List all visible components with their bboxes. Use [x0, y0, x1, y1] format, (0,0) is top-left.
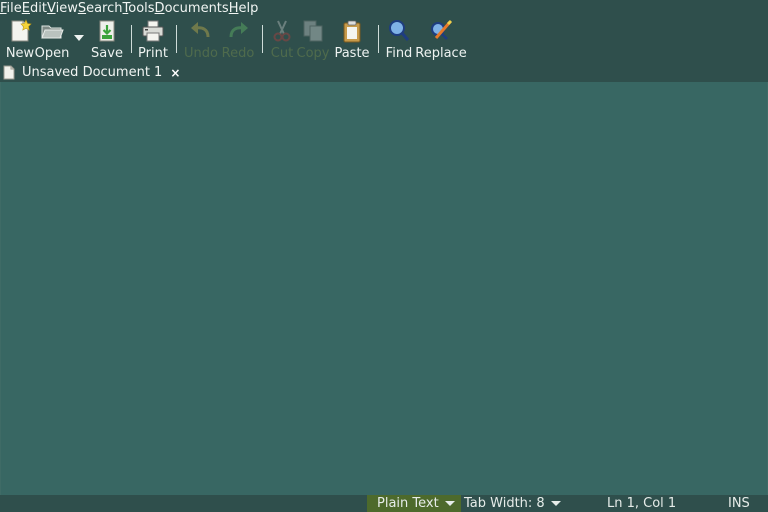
toolbar-separator — [131, 25, 132, 53]
open-folder-icon — [41, 25, 64, 39]
menu-help[interactable]: Help — [229, 0, 259, 17]
find-button[interactable]: Find — [384, 17, 414, 63]
save-button[interactable]: Save — [90, 17, 124, 63]
magnifier-icon — [389, 20, 410, 41]
printer-icon — [142, 20, 164, 42]
cursor-position: Ln 1, Col 1 — [607, 496, 677, 511]
paste-button[interactable]: Paste — [332, 17, 372, 63]
open-recent-dropdown-icon[interactable] — [74, 35, 84, 41]
document-tabbar: Unsaved Document 1 × — [0, 63, 768, 82]
scissors-icon — [273, 20, 291, 42]
chevron-down-icon — [444, 501, 455, 506]
redo-button[interactable]: Redo — [220, 17, 256, 63]
menu-documents[interactable]: Documents — [155, 0, 229, 17]
document-icon — [3, 65, 15, 80]
new-button[interactable]: New — [3, 17, 37, 63]
language-selector[interactable]: Plain Text — [367, 495, 461, 512]
document-tab[interactable]: Unsaved Document 1 × — [3, 63, 180, 82]
copy-button[interactable]: Copy — [296, 17, 330, 63]
menu-file[interactable]: File — [0, 0, 22, 17]
menu-edit[interactable]: Edit — [22, 0, 47, 17]
insert-mode-indicator: INS — [728, 496, 750, 511]
undo-icon — [191, 22, 210, 38]
menu-search[interactable]: Search — [78, 0, 123, 17]
replace-button[interactable]: Replace — [414, 17, 468, 63]
menu-view[interactable]: View — [47, 0, 78, 17]
text-editor-area[interactable] — [1, 82, 767, 495]
chevron-down-icon — [550, 501, 561, 506]
new-document-icon — [11, 19, 32, 42]
cut-button[interactable]: Cut — [269, 17, 295, 63]
open-button[interactable]: Open — [33, 17, 71, 63]
clipboard-icon — [343, 20, 361, 43]
statusbar: Plain Text Tab Width: 8 Ln 1, Col 1 INS — [0, 495, 768, 512]
copy-icon — [303, 20, 323, 42]
redo-icon — [229, 22, 248, 38]
toolbar-separator — [262, 25, 263, 53]
close-tab-icon[interactable]: × — [170, 66, 180, 80]
save-icon — [99, 20, 115, 42]
find-replace-icon — [431, 19, 453, 40]
menu-tools[interactable]: Tools — [123, 0, 155, 17]
print-button[interactable]: Print — [136, 17, 170, 63]
toolbar: New Open Save Print Undo Redo Cut Copy P… — [0, 17, 768, 63]
toolbar-separator — [176, 25, 177, 53]
toolbar-separator — [378, 25, 379, 53]
tab-width-selector[interactable]: Tab Width: 8 — [464, 495, 561, 512]
document-tab-title: Unsaved Document 1 — [22, 65, 163, 80]
undo-button[interactable]: Undo — [183, 17, 219, 63]
menubar: File Edit View Search Tools Documents He… — [0, 0, 768, 17]
